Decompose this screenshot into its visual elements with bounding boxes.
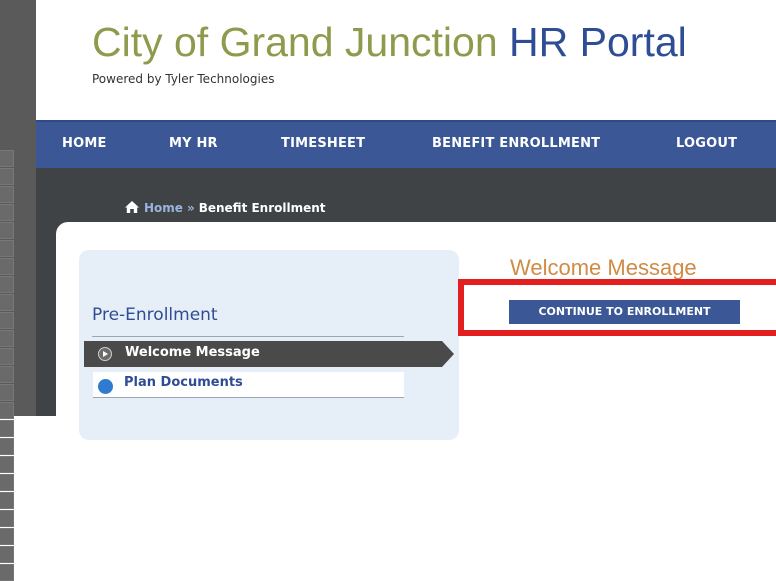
strip-tile	[0, 222, 14, 239]
active-item-arrow	[442, 341, 454, 367]
circle-bullet-icon	[98, 379, 113, 394]
strip-tile	[0, 312, 14, 329]
nav-logout[interactable]: LOGOUT	[676, 136, 737, 151]
nav-my-hr[interactable]: MY HR	[169, 136, 218, 151]
title-portal: HR Portal	[509, 19, 687, 65]
nav-benefit-enrollment[interactable]: BENEFIT ENROLLMENT	[432, 136, 600, 151]
sidebar-item-plan-documents[interactable]: Plan Documents	[93, 372, 404, 398]
strip-tile	[0, 168, 14, 185]
play-circle-icon	[98, 347, 112, 361]
sidebar-divider	[92, 336, 404, 337]
strip-tile	[0, 456, 14, 473]
strip-tile	[0, 348, 14, 365]
strip-tile	[0, 150, 14, 167]
strip-tile	[0, 330, 14, 347]
sidebar-item-label: Welcome Message	[125, 345, 260, 360]
main-nav: HOME MY HR TIMESHEET BENEFIT ENROLLMENT …	[36, 120, 776, 168]
left-edge-strip	[0, 0, 36, 581]
strip-tile	[0, 402, 14, 419]
strip-tile	[0, 186, 14, 203]
strip-tile	[0, 564, 14, 581]
strip-tile	[0, 276, 14, 293]
strip-tile	[0, 510, 14, 527]
header: City of Grand Junction HR Portal Powered…	[36, 0, 776, 120]
breadcrumb-separator: »	[186, 201, 195, 215]
breadcrumb-home-link[interactable]: Home	[144, 201, 183, 215]
strip-tile	[0, 366, 14, 383]
strip-tile	[0, 294, 14, 311]
welcome-heading: Welcome Message	[510, 255, 697, 280]
strip-tile	[0, 546, 14, 563]
strip-tile	[0, 384, 14, 401]
strip-tile	[0, 438, 14, 455]
strip-tile	[0, 204, 14, 221]
strip-tile	[0, 258, 14, 275]
sidebar-item-welcome-message[interactable]: Welcome Message	[84, 341, 454, 367]
powered-by-text: Powered by Tyler Technologies	[92, 72, 275, 86]
strip-tile	[0, 528, 14, 545]
breadcrumb: Home» Benefit Enrollment	[124, 200, 326, 215]
sidebar-item-label: Plan Documents	[124, 375, 243, 390]
nav-timesheet[interactable]: TIMESHEET	[281, 136, 365, 151]
continue-to-enrollment-button[interactable]: CONTINUE TO ENROLLMENT	[509, 300, 740, 324]
strip-tile	[0, 474, 14, 491]
strip-tile	[0, 240, 14, 257]
title-city: City of Grand Junction	[92, 19, 498, 65]
sidebar-section-title: Pre-Enrollment	[92, 305, 218, 325]
strip-tile	[0, 492, 14, 509]
nav-home[interactable]: HOME	[62, 136, 107, 151]
home-icon[interactable]	[124, 200, 140, 214]
strip-tile	[0, 420, 14, 437]
breadcrumb-current: Benefit Enrollment	[198, 201, 326, 215]
page-title: City of Grand Junction HR Portal	[92, 18, 687, 66]
